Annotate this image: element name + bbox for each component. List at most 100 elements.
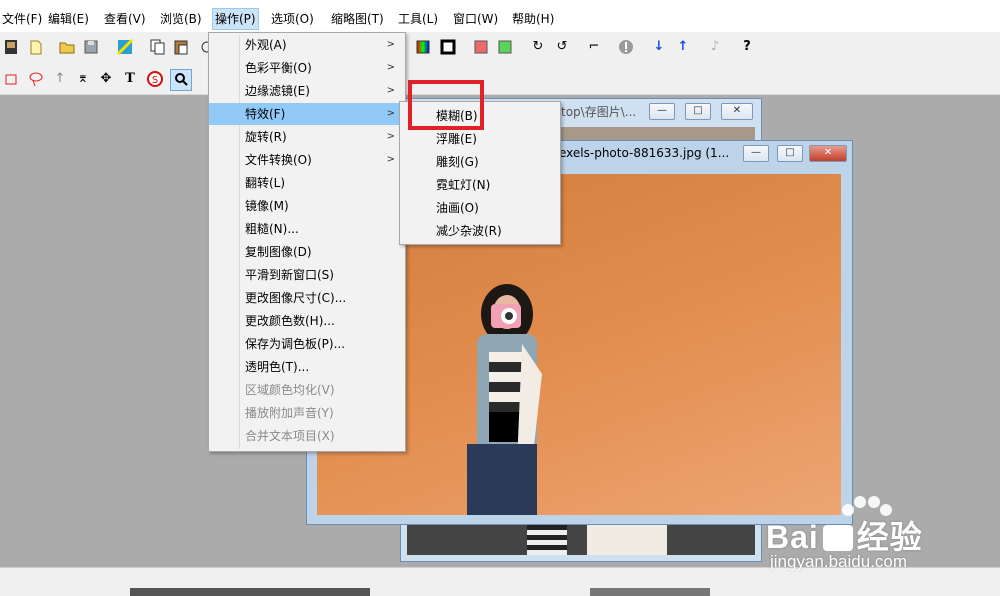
- rect-select-icon[interactable]: [2, 70, 20, 88]
- menu-item-neon[interactable]: 霓虹灯(N): [400, 174, 560, 196]
- close-button[interactable]: ✕: [809, 145, 847, 162]
- menu-item-emboss[interactable]: 浮雕(E): [400, 128, 560, 150]
- green-square-icon[interactable]: [496, 38, 514, 56]
- frame-icon[interactable]: [439, 38, 457, 56]
- music-icon[interactable]: ♪: [706, 38, 724, 56]
- menu-item-color-balance[interactable]: 色彩平衡(O) >: [209, 57, 405, 79]
- red-square-icon[interactable]: [472, 38, 490, 56]
- menu-item-change-colors[interactable]: 更改颜色数(H)...: [209, 310, 405, 332]
- menu-item-label: 油画(O): [436, 201, 479, 215]
- menu-help[interactable]: 帮助(H): [510, 9, 556, 29]
- slideshow-icon[interactable]: [2, 38, 20, 56]
- zoom-icon[interactable]: [170, 69, 192, 91]
- window-title: exels-photo-881633.jpg (1...: [559, 146, 730, 160]
- menu-item-transparent-color[interactable]: 透明色(T)...: [209, 356, 405, 378]
- help-icon[interactable]: ?: [738, 38, 756, 56]
- menu-item-edge-filter[interactable]: 边缘滤镜(E) >: [209, 80, 405, 102]
- copy-icon[interactable]: [148, 38, 166, 56]
- menu-item-label: 减少杂波(R): [436, 224, 502, 238]
- menu-item-label: 边缘滤镜(E): [245, 84, 310, 98]
- menu-item-play-sound: 播放附加声音(Y): [209, 402, 405, 424]
- menu-item-label: 保存为调色板(P)...: [245, 337, 346, 351]
- chevron-right-icon: >: [386, 62, 395, 73]
- menu-edit[interactable]: 编辑(E): [46, 9, 91, 29]
- menu-item-smooth-new-window[interactable]: 平滑到新窗口(S): [209, 264, 405, 286]
- menu-item-label: 浮雕(E): [436, 132, 477, 146]
- menu-item-label: 透明色(T)...: [245, 360, 310, 374]
- toolbar: ↻ ↺ ⌐ ↓ ↑ ♪ ? ↑ ⌆ ✥ T S: [0, 32, 1000, 95]
- maximize-button[interactable]: □: [777, 145, 803, 162]
- maximize-button[interactable]: □: [685, 103, 711, 120]
- menu-item-flip[interactable]: 翻转(L): [209, 172, 405, 194]
- minimize-button[interactable]: —: [743, 145, 769, 162]
- menu-item-area-equalize: 区域颜色均化(V): [209, 379, 405, 401]
- pointer-icon[interactable]: ↑: [51, 70, 69, 88]
- chevron-right-icon: >: [386, 85, 395, 96]
- menu-item-label: 翻转(L): [245, 176, 286, 190]
- open-folder-icon[interactable]: [58, 38, 76, 56]
- menu-tools[interactable]: 工具(L): [396, 9, 440, 29]
- menu-item-save-palette[interactable]: 保存为调色板(P)...: [209, 333, 405, 355]
- crop-icon[interactable]: ⌐: [585, 38, 603, 56]
- baidu-watermark: Bai 经验 jingyan.baidu.com: [766, 496, 994, 578]
- menu-item-label: 区域颜色均化(V): [245, 383, 335, 397]
- menu-item-label: 合并文本项目(X): [245, 429, 335, 443]
- menu-item-engrave[interactable]: 雕刻(G): [400, 151, 560, 173]
- menu-item-roughen[interactable]: 粗糙(N)...: [209, 218, 405, 240]
- color-icon[interactable]: [414, 38, 432, 56]
- close-button[interactable]: ✕: [721, 103, 753, 120]
- scan-icon[interactable]: [116, 38, 134, 56]
- rotate-right-icon[interactable]: ↻: [529, 38, 547, 56]
- draw-icon[interactable]: ⌆: [74, 70, 92, 88]
- menu-item-reduce-noise[interactable]: 减少杂波(R): [400, 220, 560, 242]
- menu-item-label: 播放附加声音(Y): [245, 406, 334, 420]
- menu-browse[interactable]: 浏览(B): [158, 9, 204, 29]
- arrow-down-icon[interactable]: ↓: [650, 38, 668, 56]
- chevron-right-icon: >: [386, 154, 395, 165]
- menu-thumbnails[interactable]: 缩略图(T): [329, 9, 386, 29]
- menu-item-rotate[interactable]: 旋转(R) >: [209, 126, 405, 148]
- menu-item-label: 旋转(R): [245, 130, 287, 144]
- lasso-icon[interactable]: [27, 70, 45, 88]
- watermark-brand2: 经验: [856, 519, 923, 555]
- paste-icon[interactable]: [172, 38, 190, 56]
- minimize-button[interactable]: —: [649, 103, 675, 120]
- menu-item-label: 霓虹灯(N): [436, 178, 491, 192]
- paw-badge: [822, 525, 853, 551]
- menu-item-label: 色彩平衡(O): [245, 61, 312, 75]
- menu-item-oil-paint[interactable]: 油画(O): [400, 197, 560, 219]
- rotate-left-icon[interactable]: ↺: [553, 38, 571, 56]
- chevron-right-icon: >: [386, 108, 395, 119]
- menu-item-appearance[interactable]: 外观(A) >: [209, 34, 405, 56]
- save-icon[interactable]: [82, 38, 100, 56]
- menu-options[interactable]: 选项(O): [269, 9, 316, 29]
- arrow-up-icon[interactable]: ↑: [674, 38, 692, 56]
- move-icon[interactable]: ✥: [97, 70, 115, 88]
- menu-bar: 文件(F) 编辑(E) 查看(V) 浏览(B) 操作(P) 选项(O) 缩略图(…: [0, 0, 1000, 32]
- menu-item-label: 雕刻(G): [436, 155, 479, 169]
- menu-operation[interactable]: 操作(P): [212, 8, 259, 30]
- red-eye-icon[interactable]: S: [146, 70, 164, 88]
- menu-view[interactable]: 查看(V): [102, 9, 148, 29]
- watermark-url: jingyan.baidu.com: [770, 552, 908, 571]
- watermark-brand: Bai: [766, 519, 819, 555]
- menu-item-label: 粗糙(N)...: [245, 222, 299, 236]
- menu-item-file-convert[interactable]: 文件转换(O) >: [209, 149, 405, 171]
- chevron-right-icon: >: [386, 39, 395, 50]
- menu-item-resize[interactable]: 更改图像尺寸(C)...: [209, 287, 405, 309]
- menu-item-effects[interactable]: 特效(F) >: [209, 103, 405, 125]
- svg-text:S: S: [152, 75, 158, 86]
- text-tool-icon[interactable]: T: [121, 70, 139, 88]
- menu-item-label: 平滑到新窗口(S): [245, 268, 334, 282]
- menu-item-duplicate-image[interactable]: 复制图像(D): [209, 241, 405, 263]
- menu-item-label: 复制图像(D): [245, 245, 312, 259]
- menu-window[interactable]: 窗口(W): [451, 9, 500, 29]
- menu-item-mirror[interactable]: 镜像(M): [209, 195, 405, 217]
- chevron-right-icon: >: [386, 131, 395, 142]
- window-title: top\存图片\...: [561, 105, 637, 119]
- menu-file[interactable]: 文件(F): [0, 9, 44, 29]
- menu-item-label: 特效(F): [245, 107, 286, 121]
- menu-item-label: 更改颜色数(H)...: [245, 314, 335, 328]
- new-file-icon[interactable]: [27, 38, 45, 56]
- warning-icon[interactable]: [617, 38, 635, 56]
